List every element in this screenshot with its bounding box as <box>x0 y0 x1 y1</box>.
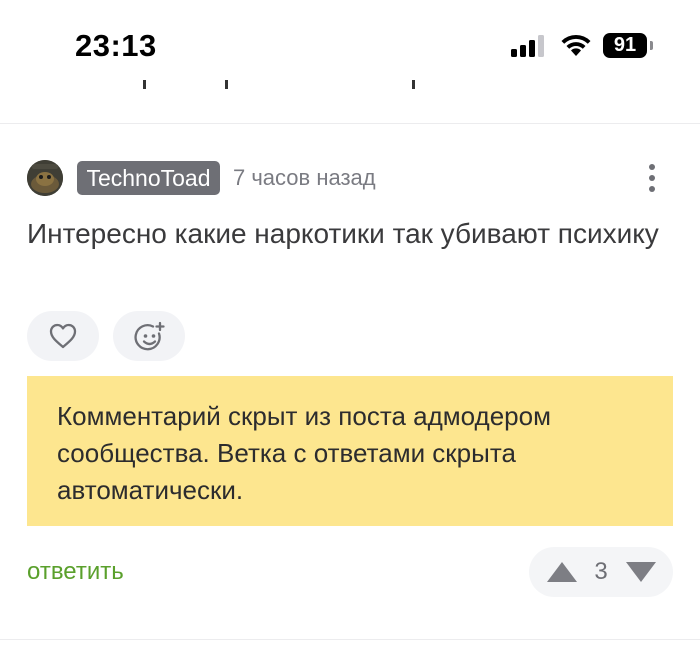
vote-count: 3 <box>594 558 608 585</box>
status-time: 23:13 <box>75 28 157 63</box>
add-emoji-icon <box>134 321 165 351</box>
add-reaction-button[interactable] <box>113 311 185 361</box>
avatar[interactable] <box>27 160 63 196</box>
battery-level: 91 <box>613 34 637 56</box>
more-vertical-icon-dot <box>649 175 655 181</box>
screen: 23:13 91 TechnoToad 7 часов назад Интере… <box>0 0 700 646</box>
cropped-glyph <box>143 80 146 89</box>
more-vertical-icon-dot <box>649 186 655 192</box>
heart-icon <box>49 323 77 349</box>
downvote-button[interactable] <box>625 561 657 583</box>
cropped-glyph <box>225 80 228 89</box>
bottom-divider <box>0 639 700 640</box>
battery-tip <box>650 41 653 50</box>
reply-link[interactable]: ответить <box>27 558 124 586</box>
comment-text: Интересно какие наркотики так убивают пс… <box>27 218 659 249</box>
like-button[interactable] <box>27 311 99 361</box>
more-options-button[interactable] <box>638 160 666 196</box>
cropped-text-fragments <box>0 80 700 92</box>
username-badge[interactable]: TechnoToad <box>77 161 220 195</box>
vote-control: 3 <box>529 547 673 597</box>
more-vertical-icon <box>649 164 655 170</box>
wifi-icon <box>561 34 591 56</box>
top-divider <box>0 123 700 124</box>
avatar-image <box>27 160 63 196</box>
status-bar: 23:13 91 <box>0 0 700 92</box>
cropped-glyph <box>412 80 415 89</box>
hidden-comment-notice: Комментарий скрыт из поста адмодером соо… <box>27 376 673 526</box>
signal-bars-icon <box>511 35 544 57</box>
comment-timestamp: 7 часов назад <box>233 165 376 190</box>
upvote-button[interactable] <box>546 561 578 583</box>
